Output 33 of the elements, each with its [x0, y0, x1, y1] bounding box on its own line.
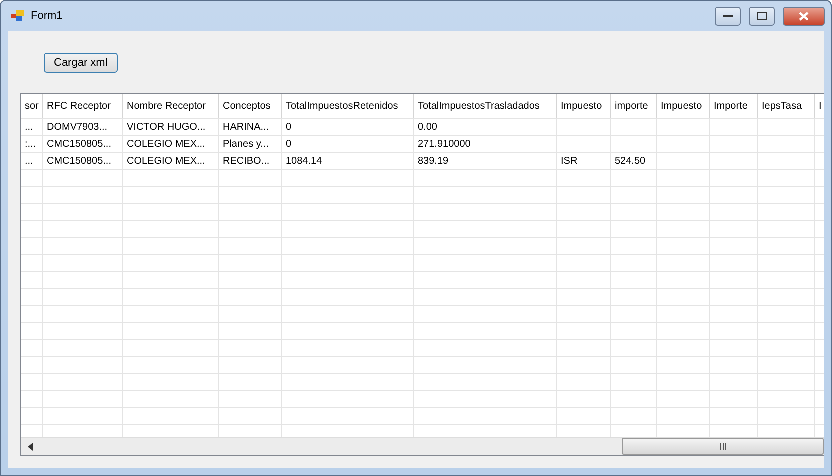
app-icon	[11, 10, 25, 22]
table-cell: 0	[286, 138, 292, 150]
table-cell: 0.00	[418, 122, 438, 132]
scroll-thumb[interactable]	[622, 438, 824, 455]
maximize-icon	[757, 12, 767, 20]
table-cell: COLEGIO MEX...	[127, 138, 206, 150]
window-title: Form1	[31, 10, 64, 22]
minimize-button[interactable]	[715, 6, 741, 26]
minimize-icon	[723, 14, 733, 18]
scroll-left-icon[interactable]	[28, 442, 32, 450]
table-cell: HARINA...	[223, 122, 270, 132]
table-cell: 0	[286, 122, 292, 132]
table-cell: 1084.14	[286, 156, 322, 166]
table-cell: ...	[25, 122, 34, 132]
table-cell: :...	[25, 138, 36, 150]
table-cell: 271.910000	[418, 138, 471, 150]
table-cell: 524.50	[615, 156, 646, 166]
table-cell: Planes y...	[223, 138, 269, 150]
table-cell: VICTOR HUGO...	[127, 122, 206, 132]
table-cell: CMC150805...	[47, 138, 112, 150]
table-cell: CMC150805...	[47, 156, 112, 166]
maximize-button[interactable]	[749, 6, 775, 26]
table-cell: DOMV7903...	[47, 122, 108, 132]
close-button[interactable]	[783, 6, 825, 26]
close-icon	[799, 12, 809, 20]
table-cell: ISR	[561, 156, 578, 166]
grip-icon	[720, 443, 726, 450]
table-cell: 839.19	[418, 156, 449, 166]
load-xml-button[interactable]: Cargar xml	[44, 53, 118, 73]
table-cell: RECIBO...	[223, 156, 270, 166]
table-cell: ...	[25, 156, 34, 166]
horizontal-scrollbar[interactable]	[21, 437, 824, 455]
table-cell: COLEGIO MEX...	[127, 156, 206, 166]
